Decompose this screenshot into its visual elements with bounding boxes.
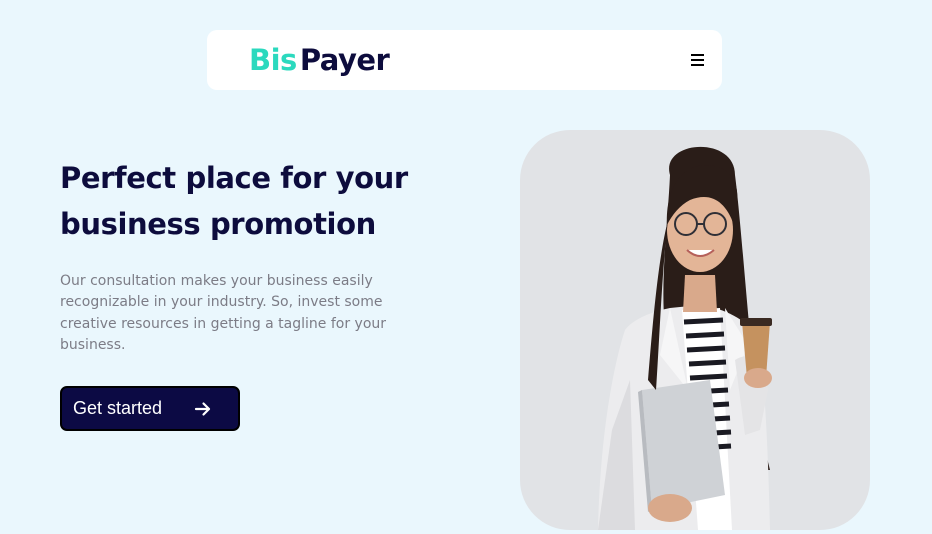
hero-image — [520, 130, 870, 530]
hero-title-line: business promotion — [60, 207, 376, 241]
brand-logo[interactable]: Bis Payer — [249, 43, 390, 77]
logo-part-bis: Bis — [249, 43, 297, 77]
hero-description: Our consultation makes your business eas… — [60, 271, 400, 356]
menu-bar-middle — [690, 59, 704, 61]
hero-description-line: business. — [60, 336, 126, 353]
hero-description-line: recognizable in your industry. So, inves… — [60, 294, 383, 311]
hamburger-menu-icon[interactable] — [686, 49, 708, 71]
businesswoman-illustration — [598, 146, 772, 530]
landing-page: Bis Payer Perfect place for your business… — [0, 0, 932, 534]
menu-bar-bottom — [690, 64, 704, 66]
arrow-right-icon — [194, 402, 211, 416]
hero-title: Perfect place for your business promotio… — [60, 155, 440, 247]
menu-bar-top — [690, 54, 704, 56]
get-started-button[interactable]: Get started — [60, 386, 240, 431]
navbar: Bis Payer — [207, 30, 722, 90]
hero-description-line: creative resources in getting a tagline … — [60, 315, 387, 332]
hero-description-line: Our consultation makes your business eas… — [60, 273, 373, 289]
get-started-label: Get started — [73, 398, 163, 418]
logo-part-payer: Payer — [299, 43, 390, 77]
hero-title-line: Perfect place for your — [60, 161, 408, 195]
